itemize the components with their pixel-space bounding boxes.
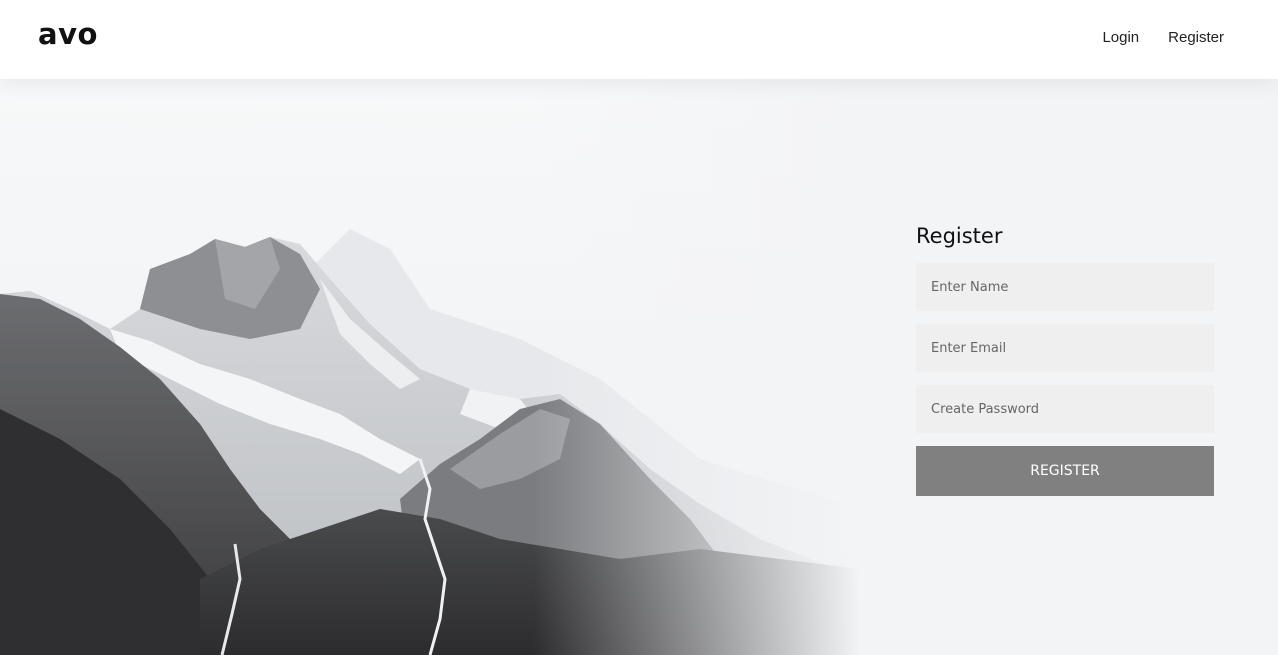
top-navbar: avo Login Register (0, 0, 1278, 79)
register-form: Register REGISTER (916, 224, 1214, 496)
nav-login-link[interactable]: Login (1102, 29, 1139, 46)
mountain-hero-image (0, 79, 860, 655)
nav-links: Login Register (1102, 29, 1224, 46)
nav-register-link[interactable]: Register (1168, 29, 1224, 46)
brand-logo[interactable]: avo (38, 17, 98, 51)
password-input[interactable] (916, 385, 1214, 433)
name-input[interactable] (916, 263, 1214, 311)
form-title: Register (916, 224, 1003, 248)
email-input[interactable] (916, 324, 1214, 372)
register-submit-button[interactable]: REGISTER (916, 446, 1214, 496)
